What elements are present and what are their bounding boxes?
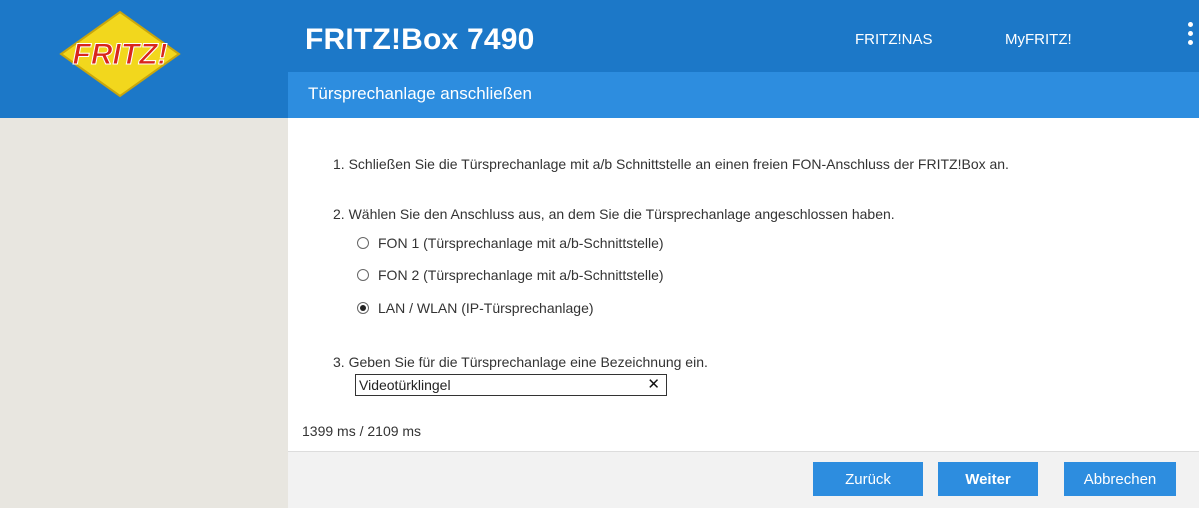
fritz-logo[interactable]: FRITZ! bbox=[55, 10, 185, 98]
radio-label: LAN / WLAN (IP-Türsprechanlage) bbox=[378, 300, 594, 316]
radio-button-checked[interactable] bbox=[357, 302, 369, 314]
radio-button[interactable] bbox=[357, 269, 369, 281]
radio-label: FON 1 (Türsprechanlage mit a/b-Schnittst… bbox=[378, 235, 664, 251]
more-vertical-icon[interactable] bbox=[1188, 22, 1196, 52]
page-header: Türsprechanlage anschließen bbox=[288, 72, 1199, 118]
radio-fon1[interactable]: FON 1 (Türsprechanlage mit a/b-Schnittst… bbox=[357, 233, 664, 253]
radio-label: FON 2 (Türsprechanlage mit a/b-Schnittst… bbox=[378, 267, 664, 283]
fritz-logo-icon: FRITZ! bbox=[59, 10, 181, 98]
timing-text: 1399 ms / 2109 ms bbox=[302, 423, 422, 439]
logo-text: FRITZ! bbox=[73, 38, 168, 71]
close-icon[interactable]: ✕ bbox=[647, 376, 660, 394]
radio-fon2[interactable]: FON 2 (Türsprechanlage mit a/b-Schnittst… bbox=[357, 265, 664, 285]
radio-lan-wlan[interactable]: LAN / WLAN (IP-Türsprechanlage) bbox=[357, 298, 594, 318]
sidebar bbox=[0, 118, 285, 507]
step-1-text: 1. Schließen Sie die Türsprechanlage mit… bbox=[333, 156, 1009, 172]
step-3-text: 3. Geben Sie für die Türsprechanlage ein… bbox=[333, 354, 708, 370]
next-button[interactable]: Weiter bbox=[938, 462, 1038, 496]
nav-link-fritznas[interactable]: FRITZ!NAS bbox=[855, 28, 933, 52]
device-name-input[interactable] bbox=[356, 376, 639, 394]
device-name-field[interactable]: ✕ bbox=[355, 374, 667, 396]
step-2-text: 2. Wählen Sie den Anschluss aus, an dem … bbox=[333, 206, 895, 222]
button-bar: Zurück Weiter Abbrechen bbox=[288, 451, 1199, 508]
radio-button[interactable] bbox=[357, 237, 369, 249]
back-button[interactable]: Zurück bbox=[813, 462, 923, 496]
page-title: Türsprechanlage anschließen bbox=[308, 84, 532, 103]
product-title: FRITZ!Box 7490 bbox=[305, 23, 535, 56]
nav-link-myfritz[interactable]: MyFRITZ! bbox=[1005, 28, 1072, 52]
main-content: 1. Schließen Sie die Türsprechanlage mit… bbox=[288, 118, 1199, 451]
cancel-button[interactable]: Abbrechen bbox=[1064, 462, 1176, 496]
